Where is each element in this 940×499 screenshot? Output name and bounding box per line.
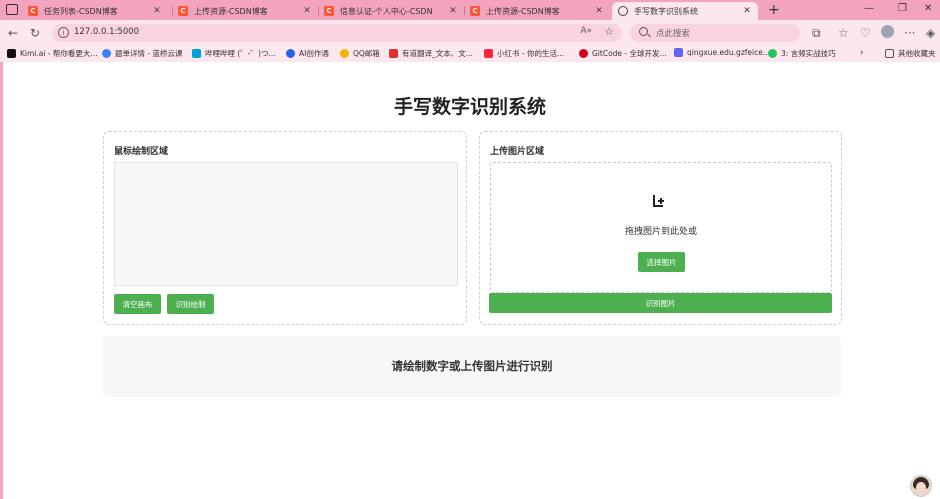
new-tab-icon[interactable]: + bbox=[768, 2, 780, 18]
favorites-icon[interactable]: ☆ bbox=[838, 26, 849, 40]
other-favorites-folder[interactable]: 其他收藏夹 bbox=[885, 48, 936, 59]
close-window-icon[interactable]: ✕ bbox=[924, 3, 932, 14]
drawing-canvas[interactable] bbox=[114, 162, 458, 286]
browser-essentials-icon[interactable]: ♡ bbox=[860, 26, 871, 40]
bookmark-item[interactable]: Kimi.ai - 帮你看更大... bbox=[7, 48, 98, 59]
back-icon[interactable]: ← bbox=[8, 26, 18, 40]
close-tab-icon[interactable]: ✕ bbox=[594, 6, 604, 16]
csdn-favicon-icon: C bbox=[178, 6, 188, 16]
tab-1[interactable]: C 任务列表-CSDN博客 ✕ bbox=[22, 2, 168, 20]
ai-create-icon bbox=[286, 49, 295, 58]
csdn-favicon-icon: C bbox=[470, 6, 480, 16]
close-tab-icon[interactable]: ✕ bbox=[448, 6, 458, 16]
more-menu-icon[interactable]: ··· bbox=[904, 26, 915, 40]
close-tab-icon[interactable]: ✕ bbox=[152, 6, 162, 16]
bookmarks-bar: Kimi.ai - 帮你看更大... 题单详情 - 蓝桥云课 哔哩哔哩 (゜-゜… bbox=[0, 46, 940, 62]
site-info-icon[interactable]: i bbox=[58, 27, 69, 38]
recognize-drawing-button[interactable]: 识别绘制 bbox=[167, 294, 214, 314]
result-box: 请绘制数字或上传图片进行识别 bbox=[103, 336, 841, 397]
choose-image-button[interactable]: 选择图片 bbox=[638, 252, 685, 272]
tab-4[interactable]: C 上传资源-CSDN博客 ✕ bbox=[464, 2, 610, 20]
bookmark-item[interactable]: qingxue.edu.gzfeice... bbox=[674, 48, 770, 57]
bookmark-item[interactable]: 3: 言频实战技巧 bbox=[768, 48, 836, 59]
profile-icon[interactable] bbox=[881, 25, 894, 38]
bookmark-item[interactable]: QQ邮箱 bbox=[340, 48, 380, 59]
url-text[interactable]: 127.0.0.1:5000 bbox=[74, 27, 139, 37]
tab-2[interactable]: C 上传资源-CSDN博客 ✕ bbox=[172, 2, 318, 20]
extensions-icon[interactable]: ⧉ bbox=[812, 26, 821, 41]
bookmark-item[interactable]: 哔哩哔哩 (゜-゜)つ... bbox=[192, 48, 276, 59]
refresh-icon[interactable]: ↻ bbox=[30, 26, 40, 40]
clear-canvas-button[interactable]: 清空画布 bbox=[114, 294, 161, 314]
restore-icon[interactable]: ❐ bbox=[898, 3, 907, 14]
bookmark-site-icon bbox=[768, 49, 777, 58]
tab-3[interactable]: C 信息认证-个人中心-CSDN ✕ bbox=[318, 2, 464, 20]
kimi-icon bbox=[7, 49, 16, 58]
browser-tab-bar: C 任务列表-CSDN博客 ✕ C 上传资源-CSDN博客 ✕ C 信息认证-个… bbox=[0, 0, 940, 20]
upload-panel-title: 上传图片区域 bbox=[490, 147, 545, 157]
tab-title: 上传资源-CSDN博客 bbox=[486, 6, 560, 16]
xiaohongshu-icon bbox=[484, 49, 493, 58]
bookmarks-overflow-icon[interactable]: › bbox=[860, 48, 864, 58]
upload-panel: 上传图片区域 拖拽图片到此处或 选择图片 识别图片 bbox=[479, 131, 842, 325]
result-text: 请绘制数字或上传图片进行识别 bbox=[391, 359, 553, 373]
bookmark-item[interactable]: 题单详情 - 蓝桥云课 bbox=[102, 48, 182, 59]
page-title: 手写数字识别系统 bbox=[393, 96, 546, 118]
tab-title: 信息认证-个人中心-CSDN bbox=[340, 6, 433, 16]
bookmark-item[interactable]: 小红书 - 你的生活... bbox=[484, 48, 564, 59]
tab-title: 手写数字识别系统 bbox=[634, 6, 698, 16]
browser-toolbar: ← ↻ i 127.0.0.1:5000 A» ☆ 点此搜索 ⧉ ☆ ♡ ···… bbox=[0, 20, 940, 46]
qq-mail-icon bbox=[340, 49, 349, 58]
qingxue-icon bbox=[674, 48, 683, 57]
read-aloud-icon[interactable]: A» bbox=[580, 26, 592, 36]
folder-icon bbox=[885, 49, 894, 58]
bookmark-item[interactable]: GitCode - 全球开发... bbox=[579, 48, 667, 59]
youdao-icon bbox=[389, 49, 398, 58]
assistant-avatar[interactable] bbox=[910, 475, 932, 497]
tab-title: 任务列表-CSDN博客 bbox=[44, 6, 118, 16]
tab-5-active[interactable]: 手写数字识别系统 ✕ bbox=[612, 2, 758, 20]
bookmark-item[interactable]: 有道翻译_文本、文... bbox=[389, 48, 473, 59]
close-tab-icon[interactable]: ✕ bbox=[302, 6, 312, 16]
recognize-image-button[interactable]: 识别图片 bbox=[489, 293, 832, 313]
draw-panel: 鼠标绘制区域 清空画布 识别绘制 bbox=[103, 131, 467, 325]
image-drop-zone[interactable]: 拖拽图片到此处或 选择图片 bbox=[490, 162, 832, 293]
gitcode-icon bbox=[579, 49, 588, 58]
bilibili-icon bbox=[192, 49, 201, 58]
globe-icon bbox=[618, 6, 628, 16]
search-box[interactable]: 点此搜索 bbox=[630, 24, 800, 42]
browser-edge-strip bbox=[0, 62, 3, 499]
bookmark-item[interactable]: AI创作通 bbox=[286, 48, 329, 59]
draw-panel-title: 鼠标绘制区域 bbox=[114, 147, 169, 157]
copilot-icon[interactable]: ◈ bbox=[926, 26, 935, 40]
csdn-favicon-icon: C bbox=[324, 6, 334, 16]
favorite-star-icon[interactable]: ☆ bbox=[604, 25, 614, 38]
drop-hint-text: 拖拽图片到此处或 bbox=[624, 227, 697, 237]
address-bar[interactable]: i 127.0.0.1:5000 A» ☆ bbox=[52, 24, 622, 42]
minimize-icon[interactable]: — bbox=[864, 3, 874, 14]
tab-title: 上传资源-CSDN博客 bbox=[194, 6, 268, 16]
close-tab-icon[interactable]: ✕ bbox=[742, 6, 752, 16]
tab-actions-icon[interactable] bbox=[6, 4, 18, 15]
search-icon bbox=[639, 27, 648, 36]
search-placeholder: 点此搜索 bbox=[656, 29, 691, 39]
lanqiao-icon bbox=[102, 49, 111, 58]
csdn-favicon-icon: C bbox=[28, 6, 38, 16]
add-image-icon bbox=[653, 195, 664, 207]
